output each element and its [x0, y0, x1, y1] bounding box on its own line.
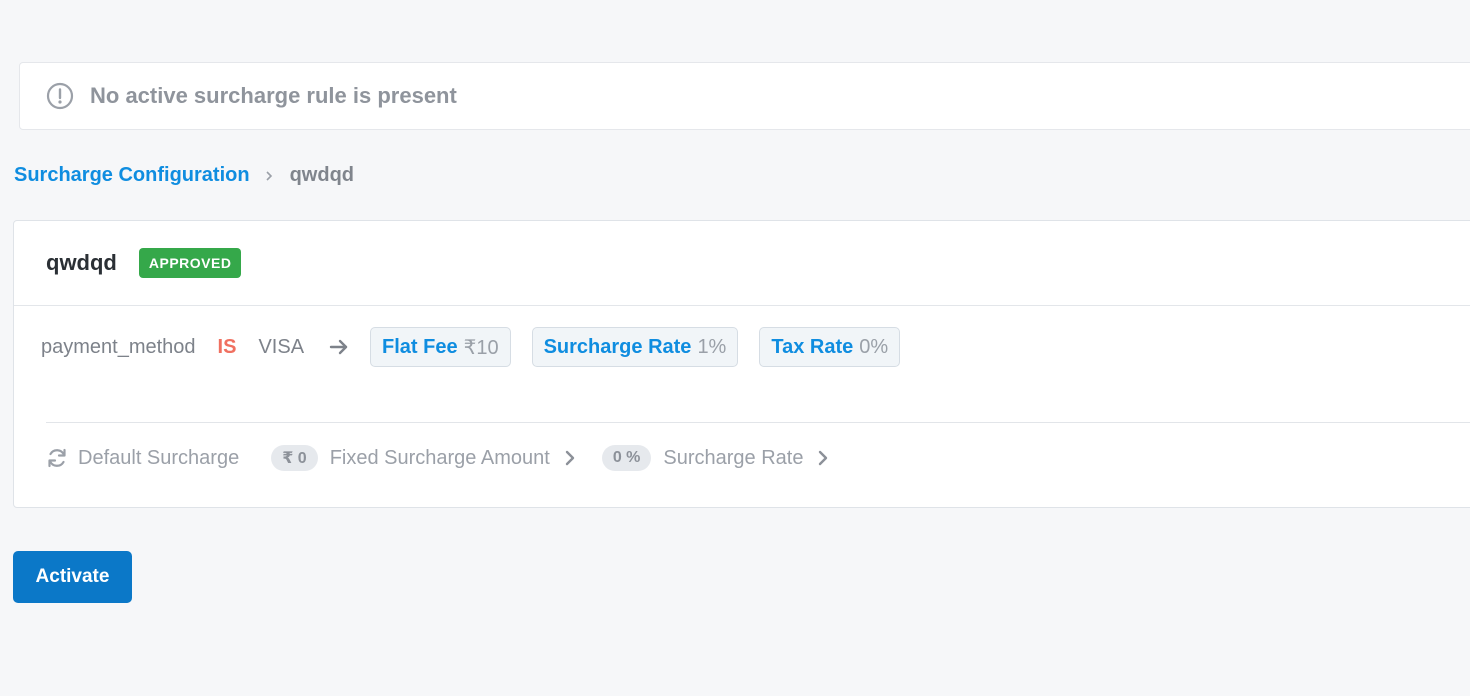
chip-value: 1% [697, 335, 727, 358]
flat-fee-chip: Flat Fee ₹10 [370, 327, 511, 367]
arrow-right-icon [328, 336, 350, 358]
chevron-right-icon[interactable] [817, 448, 831, 468]
surcharge-rate-chip: Surcharge Rate 1% [531, 327, 739, 367]
rule-title: qwdqd [46, 250, 117, 275]
activate-button[interactable]: Activate [13, 551, 132, 603]
surcharge-rate-label: Surcharge Rate [663, 446, 804, 469]
refresh-icon [46, 447, 68, 469]
breadcrumb: Surcharge Configuration qwdqd [14, 164, 354, 187]
card-header: qwdqd APPROVED [14, 221, 1470, 306]
chip-label: Surcharge Rate [543, 335, 692, 358]
rule-condition-row: payment_method IS VISA Flat Fee ₹10 Surc… [41, 327, 921, 367]
page: No active surcharge rule is present Surc… [0, 0, 1470, 696]
rule-field: payment_method [41, 335, 196, 358]
status-badge: APPROVED [138, 248, 242, 278]
fixed-amount-pill: ₹ 0 [271, 445, 318, 471]
chip-label: Tax Rate [771, 335, 854, 358]
divider [46, 422, 1470, 423]
rule-operator: IS [217, 335, 237, 358]
default-surcharge-label: Default Surcharge [78, 446, 240, 469]
alert-text: No active surcharge rule is present [90, 83, 457, 108]
chip-value: ₹10 [463, 336, 499, 359]
chevron-right-icon [264, 169, 276, 183]
tax-rate-chip: Tax Rate 0% [759, 327, 901, 367]
no-active-rule-alert: No active surcharge rule is present [19, 62, 1470, 130]
info-circle-icon [46, 82, 74, 110]
chip-label: Flat Fee [382, 335, 458, 358]
surcharge-rule-card: qwdqd APPROVED payment_method IS VISA Fl… [13, 220, 1470, 508]
chevron-right-icon[interactable] [564, 448, 578, 468]
fixed-surcharge-label: Fixed Surcharge Amount [329, 446, 550, 469]
default-surcharge-row: Default Surcharge ₹ 0 Fixed Surcharge Am… [46, 445, 831, 471]
breadcrumb-surcharge-configuration[interactable]: Surcharge Configuration [14, 164, 250, 187]
breadcrumb-current: qwdqd [289, 164, 355, 186]
chip-value: 0% [859, 335, 889, 358]
rule-value: VISA [258, 335, 305, 358]
rate-pill: 0 % [601, 445, 652, 471]
